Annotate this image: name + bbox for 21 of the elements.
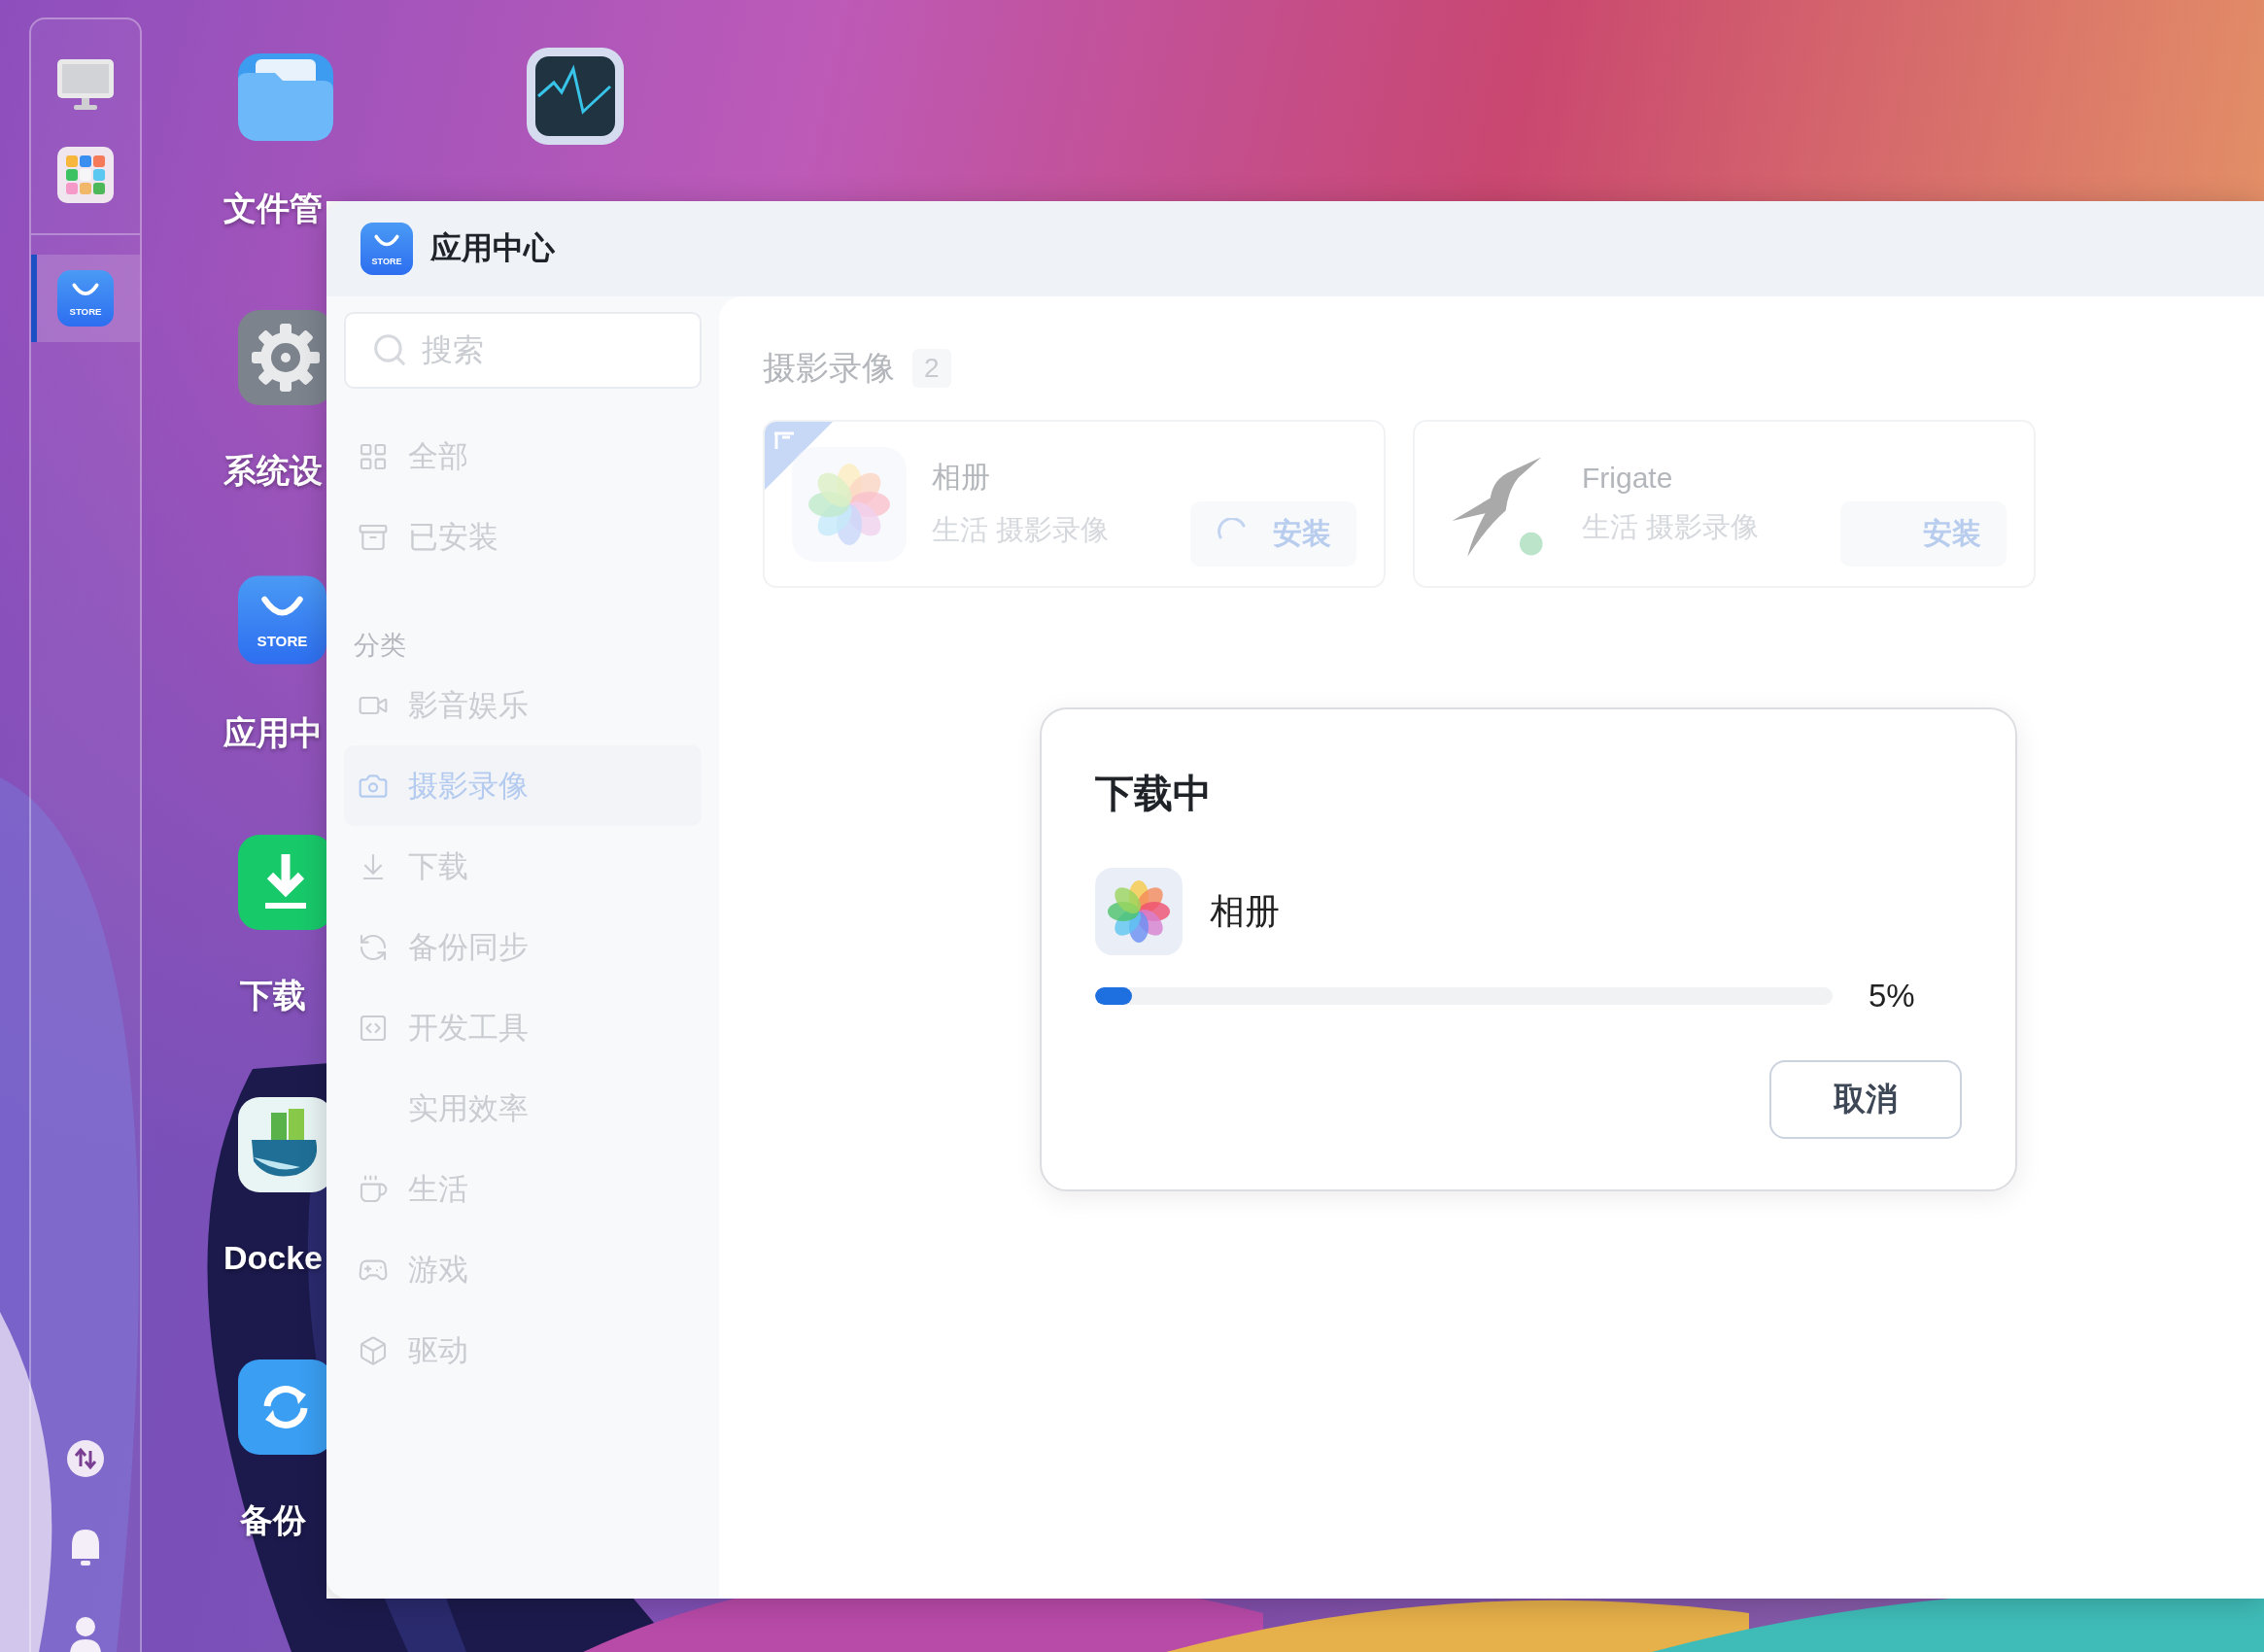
install-button[interactable]: 安装 (1840, 501, 2007, 567)
sidebar-item[interactable]: 摄影录像 (344, 745, 702, 826)
transfer-icon[interactable] (66, 1439, 105, 1478)
app-name: 相册 (932, 460, 991, 495)
progress-percent: 5% (1869, 978, 1915, 1015)
dialog-title: 下载中 (1095, 771, 1213, 816)
section-heading: 分类 (353, 630, 407, 662)
photos-app-icon (792, 446, 907, 562)
user-icon[interactable] (68, 1616, 103, 1652)
category-title: 摄影录像 (763, 348, 895, 388)
install-button[interactable]: 安装 (1190, 501, 1356, 567)
store-logo-icon: STORE (360, 223, 413, 275)
app-name: Frigate (1582, 461, 1674, 495)
cube-icon (358, 1334, 389, 1366)
app-name: 相册 (1210, 889, 1280, 933)
cup-icon (358, 1173, 389, 1205)
cancel-button[interactable]: 取消 (1769, 1060, 1962, 1139)
activity-monitor-icon[interactable] (527, 48, 624, 145)
search-icon (371, 331, 408, 368)
window-title: 应用中心 (430, 229, 555, 267)
photos-app-icon (1095, 868, 1183, 955)
